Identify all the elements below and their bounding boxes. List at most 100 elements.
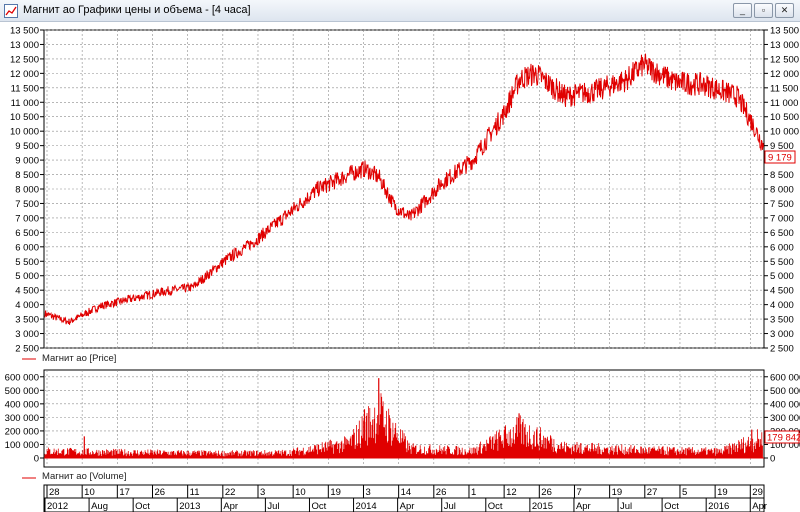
price-tick-label-right: 9 500 (770, 141, 794, 152)
time-day-label: 26 (541, 487, 552, 498)
price-tick-label: 3 000 (15, 329, 39, 340)
price-tick-label: 12 500 (10, 54, 39, 65)
price-tick-label: 9 500 (15, 141, 39, 152)
price-tick-label-right: 12 500 (770, 54, 799, 65)
price-tick-label-right: 11 000 (770, 98, 798, 109)
last-volume-flag: 179 842 (764, 430, 800, 444)
time-period-label: Jul (444, 501, 456, 512)
last-volume-label: 179 842 (767, 433, 800, 444)
time-period-label: Oct (488, 501, 503, 512)
price-tick-label-right: 11 500 (770, 83, 798, 94)
last-price-label: 9 179 (768, 153, 792, 164)
time-day-label: 22 (225, 487, 236, 498)
volume-tick-label-right: 0 (770, 454, 775, 465)
time-day-label: 1 (471, 487, 476, 498)
volume-tick-label-right: 400 000 (770, 399, 800, 410)
price-legend: Магнит ао [Price] (22, 353, 116, 364)
app-chart-icon (4, 4, 18, 18)
price-tick-label-right: 3 500 (770, 315, 794, 326)
window-titlebar: Магнит ао Графики цены и объема - [4 час… (0, 0, 800, 22)
price-tick-label: 3 500 (15, 315, 39, 326)
time-day-label: 11 (190, 487, 200, 498)
time-period-label: Jul (267, 501, 279, 512)
volume-tick-label: 100 000 (5, 440, 39, 451)
time-day-label: 19 (330, 487, 341, 498)
price-tick-label: 12 000 (10, 69, 39, 80)
price-tick-label-right: 13 000 (770, 40, 799, 51)
price-tick-label: 10 500 (10, 112, 39, 123)
volume-tick-label: 600 000 (5, 372, 39, 383)
price-tick-label-right: 8 500 (770, 170, 794, 181)
price-legend-label: Магнит ао [Price] (42, 353, 117, 364)
time-day-label: 10 (295, 487, 306, 498)
price-tick-label-right: 6 500 (770, 228, 794, 239)
price-tick-label: 6 000 (15, 242, 39, 253)
price-tick-label-right: 8 000 (770, 185, 794, 196)
price-tick-label-right: 4 000 (770, 300, 794, 311)
price-tick-label-right: 7 000 (770, 213, 794, 224)
volume-tick-label: 200 000 (5, 426, 39, 437)
time-period-label: Oct (311, 501, 326, 512)
price-tick-label: 11 000 (11, 98, 39, 109)
volume-tick-label-right: 300 000 (770, 413, 800, 424)
time-period-label: Oct (664, 501, 679, 512)
volume-tick-label-right: 500 000 (770, 386, 800, 397)
price-tick-label: 5 500 (15, 257, 39, 268)
price-tick-label: 11 500 (11, 83, 39, 94)
price-tick-label-right: 5 500 (770, 257, 794, 268)
time-day-label: 29 (752, 487, 763, 498)
volume-tick-label: 300 000 (5, 413, 39, 424)
time-period-label: Apr (223, 501, 238, 512)
volume-legend-label: Магнит ао [Volume] (42, 471, 127, 482)
price-tick-label-right: 10 500 (770, 112, 799, 123)
time-period-label: 2012 (47, 501, 68, 512)
price-tick-label-right: 6 000 (770, 242, 794, 253)
price-tick-label: 7 500 (15, 199, 39, 210)
time-day-label: 19 (612, 487, 623, 498)
price-tick-label-right: 12 000 (770, 69, 799, 80)
time-period-label: 2013 (179, 501, 200, 512)
price-tick-label-right: 5 000 (770, 271, 794, 282)
volume-tick-label: 400 000 (5, 399, 39, 410)
time-period-label: 2014 (356, 501, 377, 512)
time-day-label: 5 (682, 487, 687, 498)
time-day-label: 26 (436, 487, 447, 498)
price-tick-label: 4 000 (15, 300, 39, 311)
window-title: Магнит ао Графики цены и объема - [4 час… (23, 4, 251, 16)
price-tick-label: 8 000 (15, 185, 39, 196)
price-tick-label: 5 000 (15, 271, 39, 282)
price-tick-label-right: 4 500 (770, 286, 794, 297)
price-tick-label: 8 500 (15, 170, 39, 181)
time-day-label: 17 (119, 487, 130, 498)
price-tick-label: 10 000 (10, 127, 39, 138)
time-day-label: 27 (647, 487, 658, 498)
minimize-button[interactable]: _ (733, 3, 752, 18)
time-day-label: 3 (365, 487, 370, 498)
time-period-label: Jul (620, 501, 632, 512)
price-tick-label-right: 13 500 (770, 26, 799, 37)
time-period-label: Apr (400, 501, 415, 512)
time-day-label: 3 (260, 487, 265, 498)
time-period-label: 2015 (532, 501, 553, 512)
price-tick-label-right: 7 500 (770, 199, 794, 210)
time-period-label: Apr (576, 501, 591, 512)
time-day-label: 10 (84, 487, 95, 498)
time-day-label: 19 (717, 487, 728, 498)
time-day-label: 28 (49, 487, 60, 498)
price-tick-label-right: 2 500 (770, 344, 794, 355)
price-tick-label: 4 500 (15, 286, 39, 297)
price-tick-label: 13 500 (10, 26, 39, 37)
volume-tick-label: 0 (34, 454, 39, 465)
price-tick-label-right: 3 000 (770, 329, 794, 340)
price-tick-label: 7 000 (15, 213, 39, 224)
price-tick-label: 6 500 (15, 228, 39, 239)
time-period-label: Apr (752, 501, 767, 512)
time-day-label: 12 (506, 487, 517, 498)
time-day-label: 7 (576, 487, 581, 498)
volume-tick-label: 500 000 (5, 386, 39, 397)
price-tick-label: 13 000 (10, 40, 39, 51)
restore-button[interactable]: ▫ (754, 3, 773, 18)
price-tick-label: 9 000 (15, 156, 39, 167)
time-period-label: 2016 (708, 501, 729, 512)
close-button[interactable]: ✕ (775, 3, 794, 18)
